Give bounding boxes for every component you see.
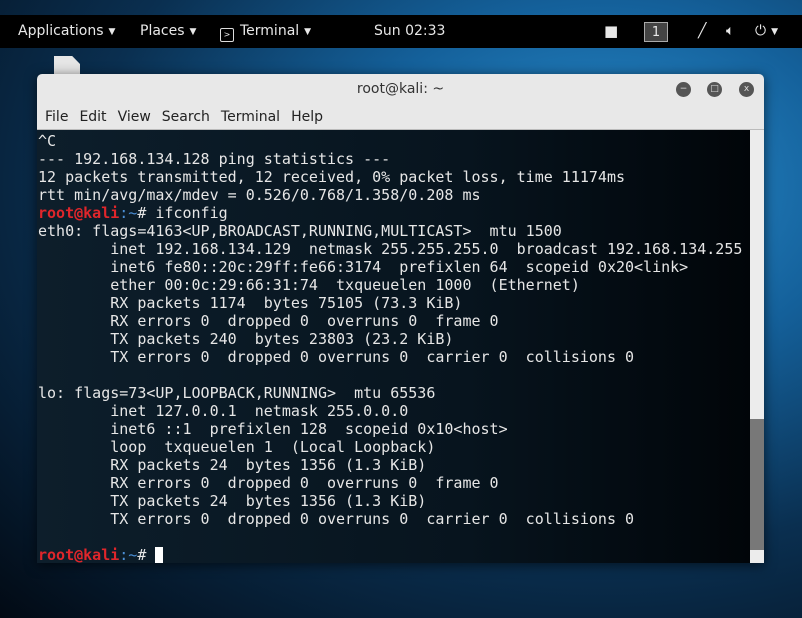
caret-down-icon: ▼ — [771, 27, 778, 37]
video-camera-icon[interactable]: ■ — [604, 15, 618, 48]
window-title: root@kali: ~ — [356, 81, 445, 97]
prompt-user: root@kali — [38, 546, 120, 563]
pre-output: ^C --- 192.168.134.128 ping statistics -… — [38, 132, 625, 204]
title-bar[interactable]: root@kali: ~ − □ x — [37, 74, 764, 104]
menu-bar: File Edit View Search Terminal Help — [37, 104, 764, 130]
caret-down-icon: ▼ — [304, 27, 312, 37]
cursor — [155, 547, 164, 563]
menu-file[interactable]: File — [45, 104, 68, 130]
workspace-indicator[interactable]: 1 — [644, 22, 668, 42]
places-label: Places — [140, 23, 185, 39]
menu-view[interactable]: View — [118, 104, 151, 130]
command: ifconfig — [155, 204, 228, 222]
volume-muted-icon[interactable]: 🔈︎ — [726, 15, 734, 48]
terminal-app-menu[interactable]: > Terminal ▼ — [220, 15, 311, 49]
scrollbar[interactable] — [750, 130, 764, 563]
power-icon[interactable]: ⏻ ▼ — [755, 15, 778, 49]
terminal-output[interactable]: ^C --- 192.168.134.128 ping statistics -… — [37, 130, 750, 563]
command-output: eth0: flags=4163<UP,BROADCAST,RUNNING,MU… — [38, 222, 743, 528]
applications-label: Applications — [18, 23, 104, 39]
top-panel: Applications ▼ Places ▼ > Terminal ▼ Sun 02:… — [0, 15, 802, 48]
prompt-symbol: # — [137, 546, 156, 563]
menu-terminal[interactable]: Terminal — [221, 104, 280, 130]
desktop-file-icon[interactable] — [54, 56, 80, 76]
scrollbar-thumb[interactable] — [750, 419, 764, 550]
prompt-path: :~ — [119, 546, 138, 563]
maximize-button[interactable]: □ — [707, 82, 722, 97]
close-button[interactable]: x — [739, 82, 754, 97]
terminal-icon: > — [220, 28, 234, 42]
minimize-button[interactable]: − — [676, 82, 691, 97]
menu-edit[interactable]: Edit — [79, 104, 106, 130]
prompt-symbol: # — [137, 204, 156, 222]
caret-down-icon: ▼ — [108, 27, 116, 37]
terminal-window: root@kali: ~ − □ x File Edit View Search Ter… — [37, 74, 764, 563]
applications-menu[interactable]: Applications ▼ — [18, 15, 115, 49]
places-menu[interactable]: Places ▼ — [140, 15, 196, 49]
menu-search[interactable]: Search — [162, 104, 210, 130]
menu-help[interactable]: Help — [291, 104, 323, 130]
caret-down-icon: ▼ — [189, 27, 197, 37]
network-icon[interactable]: ╱ — [698, 15, 706, 48]
terminal-label: Terminal — [240, 23, 300, 39]
prompt-path: :~ — [119, 204, 138, 222]
prompt-user: root@kali — [38, 204, 120, 222]
clock[interactable]: Sun 02:33 — [374, 15, 445, 48]
